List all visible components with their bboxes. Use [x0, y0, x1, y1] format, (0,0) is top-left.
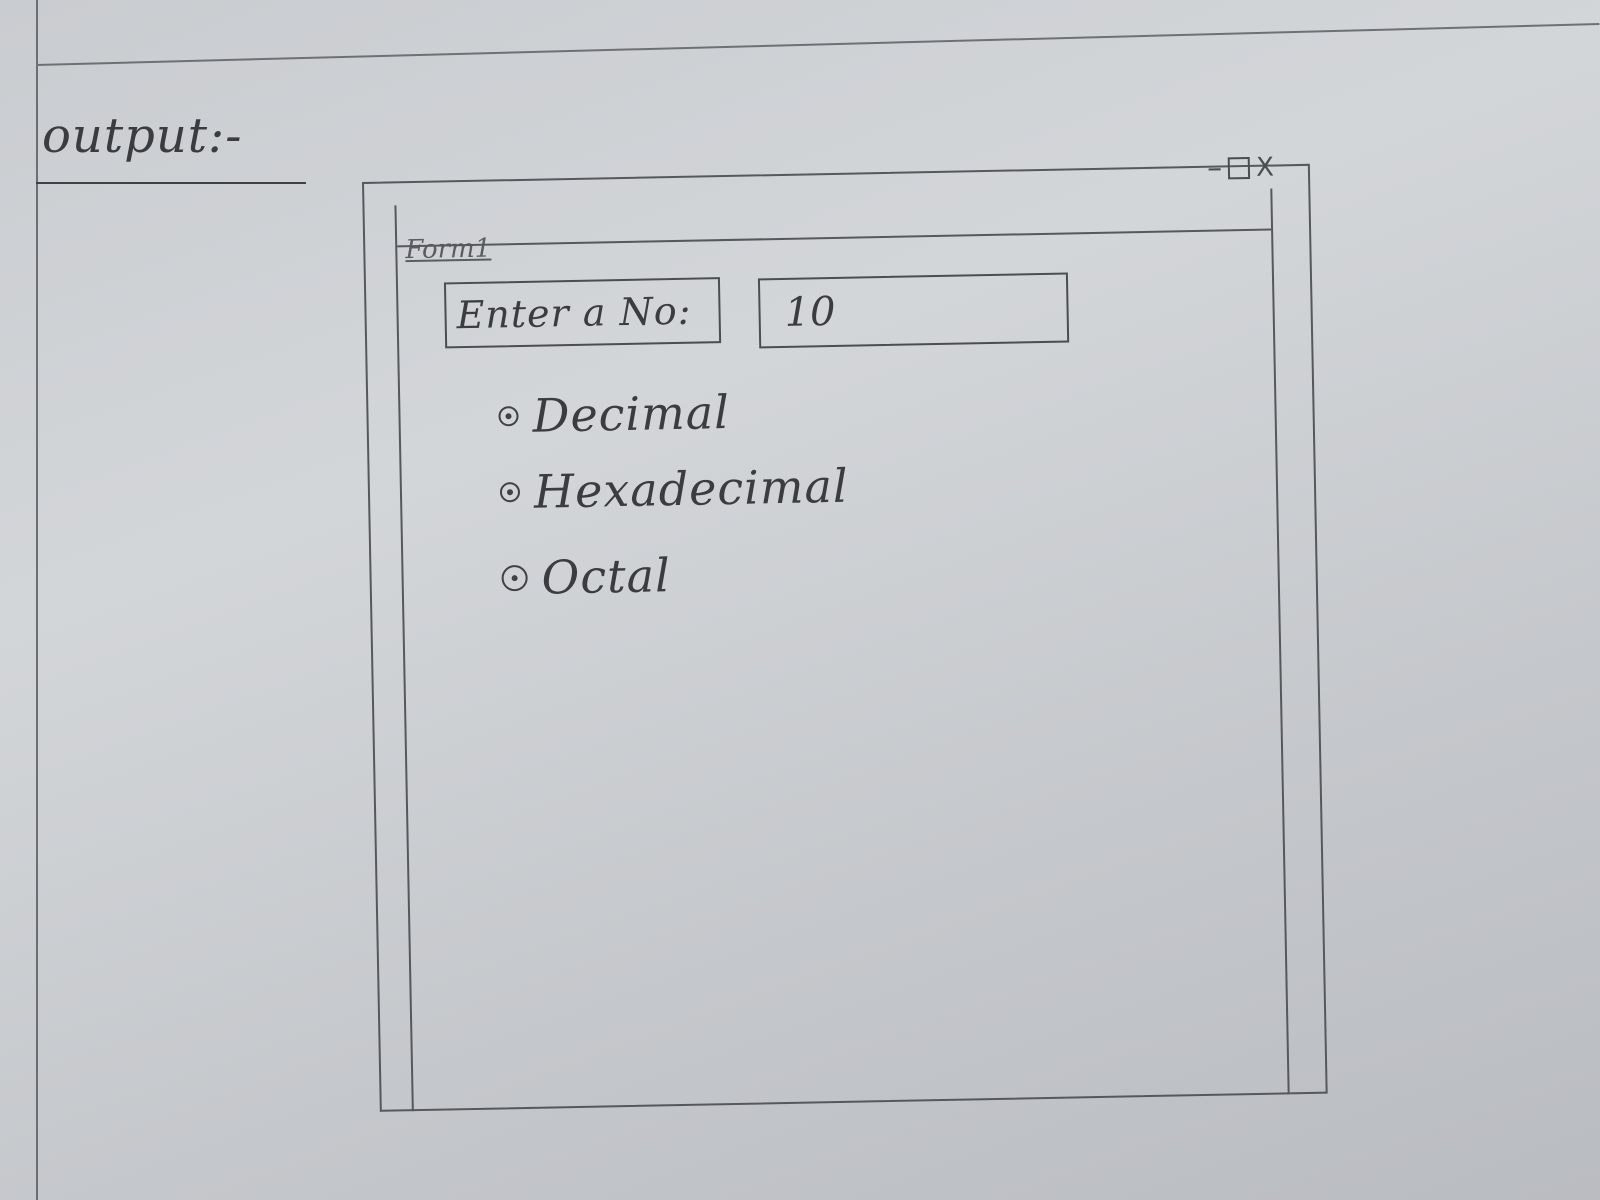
radio-hexadecimal[interactable]: Hexadecimal [499, 459, 849, 520]
form-title: Form1 [405, 233, 492, 266]
page-rule [35, 23, 1600, 66]
title-bar-divider [397, 228, 1272, 248]
heading-underline [36, 182, 306, 184]
minimize-button[interactable]: – [1207, 150, 1223, 185]
margin-line [36, 0, 38, 1200]
close-button[interactable]: X [1256, 152, 1274, 182]
enter-number-label: Enter a No: [443, 277, 722, 349]
maximize-button[interactable] [1227, 156, 1251, 180]
radio-decimal-label: Decimal [532, 384, 731, 443]
radio-octal-circle[interactable] [501, 564, 528, 592]
page-heading: output:- [42, 108, 243, 164]
radio-octal[interactable]: Octal [501, 548, 671, 605]
form-window: – X Form1 Enter a No: 10 Decimal Hexadec… [362, 150, 1328, 1112]
radio-octal-label: Octal [541, 548, 672, 605]
form-client-area: Form1 Enter a No: 10 Decimal Hexadecimal… [394, 188, 1290, 1112]
radio-hexadecimal-label: Hexadecimal [533, 458, 850, 519]
number-input[interactable]: 10 [757, 272, 1070, 349]
radio-decimal[interactable]: Decimal [498, 385, 730, 443]
radio-hexadecimal-circle[interactable] [499, 482, 521, 503]
radio-decimal-circle[interactable] [498, 406, 519, 427]
window-controls: – X [1207, 150, 1274, 185]
